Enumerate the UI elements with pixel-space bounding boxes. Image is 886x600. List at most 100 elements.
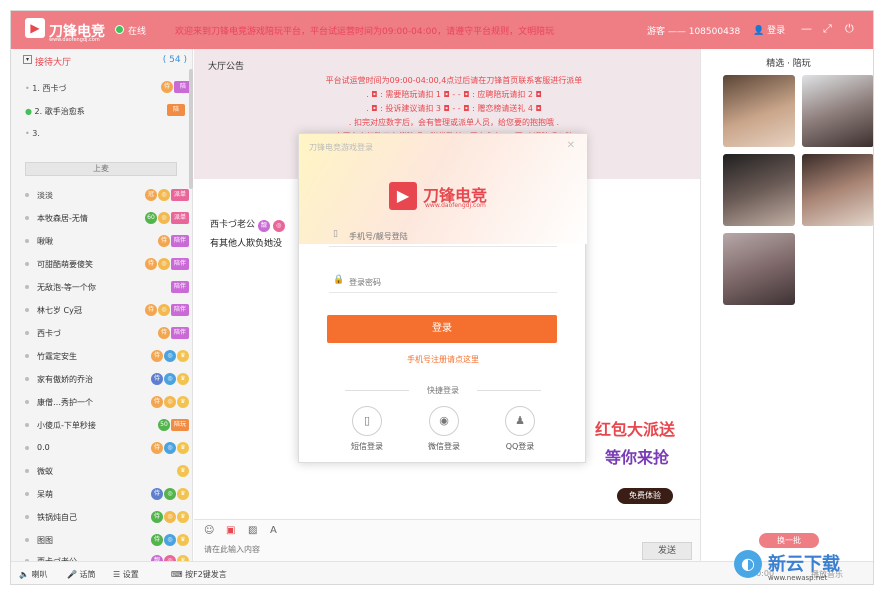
login-button[interactable]: 登录 [327,315,557,343]
level-badge-icon: 60 [145,212,157,224]
vip-badge-icon: ♛ [177,350,189,362]
user-list-item[interactable]: 本牧森居-无情 60 ◎ 派单 [25,211,189,225]
channel-item[interactable]: ● 2. 歌手治愈系 [25,106,85,117]
site-watermark: ◐ 新云下载 www.newasp.net [734,548,884,588]
user-dot-icon [25,193,29,197]
tag-badge: 陪 [167,104,185,116]
user-list-item[interactable]: 图图 侍 ◎ ♛ [25,533,189,547]
user-list-item[interactable]: 无敌泡-等一个你 陪伴 [25,280,189,294]
user-list-item[interactable]: 林七岁 Cy冠 侍 ◎ 陪伴 [25,303,189,317]
scrolling-announcement: 欢迎来到刀锋电竞游戏陪玩平台，平台试运营时间为09:00-04:00，请遵守平台… [175,27,555,37]
channel-label: 1. 西卡づ [32,84,67,93]
phone-input[interactable] [349,227,549,245]
push-to-talk[interactable]: ⌨ 按F2键发言 [171,569,227,580]
fullscreen-icon[interactable]: ⤢ [823,22,832,36]
send-button[interactable]: 发送 [642,542,692,560]
refresh-batch-button[interactable]: 换一批 [759,533,819,548]
qq-login-label[interactable]: QQ登录 [490,441,550,452]
sms-login-label[interactable]: 短信登录 [337,441,397,452]
chat-input[interactable] [204,545,504,554]
user-list-item[interactable]: 0.0 侍 ◎ ♛ [25,441,189,455]
role-tag: 陪伴 [171,258,189,270]
user-badges: 侍 ◎ ♛ [151,373,189,385]
password-field: 🔒 [329,271,557,293]
sender-name: 西卡づ老公 [210,220,256,230]
online-status-label[interactable]: 在线 [128,24,146,37]
chat-input-bar: ☺ ▣ ▨ A 发送 [194,519,700,561]
top-login-button[interactable]: 👤 登录 [753,23,785,36]
wechat-icon[interactable]: ◉ [429,406,459,436]
close-icon[interactable]: ✕ [567,140,575,151]
crown-badge-icon: 侍 [145,304,157,316]
user-list-item[interactable]: 西卡づ 侍陪伴 [25,326,189,340]
guest-user-id: 游客 —— 108500438 [647,27,741,37]
crown-badge-icon: 侍 [151,396,163,408]
user-list-item[interactable]: 微蚁 ♛ [25,464,189,478]
user-list-item[interactable]: 可甜酷萌要傻笑 侍 ◎ 陪伴 [25,257,189,271]
qq-icon[interactable]: ♟ [505,406,535,436]
red-packet-promo[interactable]: 红包大派送 等你来抢 免费体验 [595,416,703,506]
user-name: 家有傲娇的乔治 [37,375,93,384]
image-icon[interactable]: ▨ [248,525,257,536]
user-name: 图图 [37,536,53,545]
user-list-item[interactable]: 呆萌 侍 ◎ ♛ [25,487,189,501]
channel-badges: 陪 [167,104,185,116]
user-dot-icon [25,354,29,358]
user-list-item[interactable]: 竹霆定安生 侍 ◎ ♛ [25,349,189,363]
companion-avatar[interactable] [802,75,873,147]
collapse-icon[interactable]: ▾ [23,55,32,64]
power-icon[interactable]: ⏻ [845,22,854,36]
level-badge-icon: ◎ [158,189,170,201]
speaker-control[interactable]: 🔈 喇叭 [19,569,48,580]
user-dot-icon [25,377,29,381]
user-list-item[interactable]: 铁锅炖自己 侍 ◎ ♛ [25,510,189,524]
companion-avatar[interactable] [802,154,873,226]
channel-label: 3. [32,129,40,138]
user-icon: 👤 [753,26,765,36]
user-dot-icon [25,308,29,312]
companion-avatar[interactable] [723,154,795,226]
user-list-item[interactable]: 康僧…秀护一个 侍 ◎ ♛ [25,395,189,409]
user-list-item[interactable]: 淡淡 冠 ◎ 派单 [25,188,189,202]
level-badge-icon: ◎ [164,396,176,408]
user-badges: 侍 ◎ ♛ [151,534,189,546]
user-name: 林七岁 Cy冠 [37,306,82,315]
crown-badge-icon: 侍 [158,235,170,247]
sms-login-icon[interactable]: ▯ [352,406,382,436]
mic-label: 话筒 [79,570,96,579]
channel-item[interactable]: • 1. 西卡づ [25,83,66,94]
user-list-item[interactable]: 小傻瓜-下单秒接 50 陪玩 [25,418,189,432]
online-status-icon[interactable] [115,25,124,34]
register-link[interactable]: 手机号注册请点这里 [299,354,587,365]
channel-dot-icon: • [25,129,30,138]
role-tag: 派单 [171,189,189,201]
companion-avatar[interactable] [723,233,795,305]
crown-badge-icon: 侍 [145,258,157,270]
gift-icon[interactable]: ▣ [226,525,235,536]
role-tag: 派单 [171,212,189,224]
mic-control[interactable]: 🎤 话筒 [67,569,96,580]
hall-header[interactable]: ▾ 接待大厅 ( 54 ) [23,55,189,69]
sidebar-scrollbar[interactable] [189,69,193,189]
user-dot-icon [25,446,29,450]
user-badges: 侍 ◎ ♛ [151,350,189,362]
settings-control[interactable]: ☰ 设置 [113,569,139,580]
wechat-login-label[interactable]: 微信登录 [414,441,474,452]
font-icon[interactable]: A [270,525,277,536]
password-input[interactable] [349,273,549,291]
notice-line: . ◘ : 需要陪玩请扣 1 ◘ - - ◘ : 应聘陪玩请扣 2 ◘ [366,90,542,99]
free-trial-button[interactable]: 免费体验 [617,488,673,504]
user-dot-icon [25,239,29,243]
brand-logo-icon: ▶ [389,182,417,210]
channel-item[interactable]: • 3. [25,129,40,138]
up-mic-button[interactable]: 上麦 [25,162,177,176]
message-sender[interactable]: 西卡づ老公 靓 ◎ [210,217,285,232]
level-badge-icon: ◎ [164,511,176,523]
user-list-item[interactable]: 家有傲娇的乔治 侍 ◎ ♛ [25,372,189,386]
user-badges: 陪伴 [171,281,189,293]
vip-badge-icon: ♛ [177,396,189,408]
companion-avatar[interactable] [723,75,795,147]
emoji-icon[interactable]: ☺ [204,525,214,536]
user-list-item[interactable]: 啾啾 侍陪伴 [25,234,189,248]
minimize-icon[interactable]: — [801,22,812,35]
